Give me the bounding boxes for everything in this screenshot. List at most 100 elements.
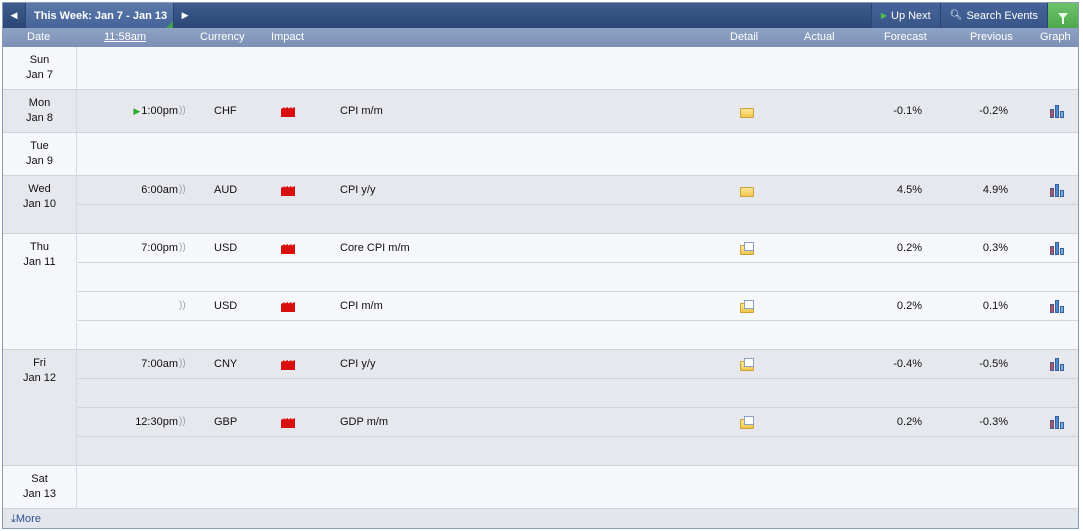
day-of-week: Fri xyxy=(33,357,46,369)
event-name[interactable]: Core CPI m/m xyxy=(340,242,410,254)
col-currency: Currency xyxy=(200,31,245,43)
day-group: Thu Jan 11 7:00pm)) USD Core CPI m/m 0.2% 0.3%… xyxy=(3,234,1078,429)
event-forecast: -0.4% xyxy=(893,358,922,370)
day-of-week: Mon xyxy=(28,97,51,109)
day-date: Jan 11 xyxy=(23,256,56,268)
day-date: Jan 13 xyxy=(22,488,57,500)
next-week-button[interactable]: ▶ xyxy=(174,3,196,28)
date-cell: Tue Jan 9 xyxy=(3,133,77,175)
graph-icon[interactable] xyxy=(1050,358,1066,371)
date-cell: Mon Jan 8 xyxy=(3,90,77,132)
right-arrow-icon: ▶ xyxy=(181,10,189,20)
date-cell: Fri Jan 12 xyxy=(3,350,77,465)
event-row[interactable]: ))USDCPI y/y3.2%3.1% xyxy=(78,292,1078,371)
day-group: Wed Jan 10 6:00am)) AUD CPI y/y 4.5% 4.9% 7:45p… xyxy=(3,176,1078,255)
date-cell: Wed Jan 10 xyxy=(3,176,77,233)
day-of-week: Tue xyxy=(30,140,49,152)
graph-icon[interactable] xyxy=(1050,242,1066,255)
date-cell: Thu Jan 11 xyxy=(3,234,77,349)
event-row[interactable]: 7:00am)) CNY CPI y/y -0.4% -0.5% xyxy=(78,350,1078,379)
event-row[interactable]: ))USDPPI m/m0.1%0.0% xyxy=(78,437,1078,466)
high-impact-icon[interactable] xyxy=(281,186,295,196)
event-forecast: -0.1% xyxy=(893,105,922,117)
detail-folder-icon[interactable] xyxy=(740,187,754,197)
event-previous: 0.3% xyxy=(982,242,1008,254)
high-impact-icon[interactable] xyxy=(281,107,295,117)
high-impact-icon[interactable] xyxy=(281,360,295,370)
event-currency: AUD xyxy=(214,184,238,196)
detail-folder-icon[interactable] xyxy=(740,108,754,118)
event-forecast: 4.5% xyxy=(896,184,922,196)
graph-icon[interactable] xyxy=(1050,105,1066,118)
event-currency: CHF xyxy=(214,105,237,117)
column-header: Date 11:58am Currency Impact Detail Actu… xyxy=(3,28,1078,47)
more-label: More xyxy=(15,513,41,525)
event-currency: CNY xyxy=(214,358,238,370)
detail-document-icon[interactable] xyxy=(740,242,754,255)
day-date: Jan 8 xyxy=(26,112,53,124)
up-next-label: Up Next xyxy=(891,9,931,22)
high-impact-icon[interactable] xyxy=(281,244,295,254)
event-time-label: 1:00pm xyxy=(141,105,178,117)
graph-icon[interactable] xyxy=(1050,184,1066,197)
event-name[interactable]: CPI m/m xyxy=(340,105,383,117)
day-date: Jan 10 xyxy=(22,198,57,210)
day-group: Fri Jan 12 7:00am)) CNY CPI y/y -0.4% -0.5% 12:… xyxy=(3,350,1078,487)
current-week-marker xyxy=(166,21,174,28)
day-date: Jan 12 xyxy=(22,372,57,384)
filter-funnel-icon xyxy=(1058,12,1068,24)
event-row[interactable]: ))USDUnemployment Claims211K202K xyxy=(78,321,1078,429)
week-selector[interactable]: This Week: Jan 7 - Jan 13 xyxy=(25,3,175,28)
col-detail: Detail xyxy=(730,31,759,43)
filter-button[interactable] xyxy=(1047,3,1078,28)
day-date: Jan 9 xyxy=(26,155,53,167)
day-group: Mon Jan 8 ▶1:00pm)) CHF CPI m/m -0.1% -0.2% xyxy=(3,90,1078,133)
event-row[interactable]: 7:45pm))GBPBOE Gov Bailey Speaks xyxy=(78,205,1078,255)
sound-alert-icon[interactable]: )) xyxy=(179,184,186,195)
day-of-week: Sun xyxy=(29,54,50,66)
more-link[interactable]: ⤓More xyxy=(11,513,41,526)
event-time-label: 7:00am xyxy=(141,358,178,370)
event-time: 7:00pm xyxy=(108,242,178,254)
event-previous: 4.9% xyxy=(982,184,1008,196)
event-row[interactable]: 7:00pm))USDCore PPI m/m0.2%0.0% xyxy=(78,408,1078,487)
prev-week-button[interactable]: ◀ xyxy=(3,3,25,28)
day-of-week: Wed xyxy=(28,183,51,195)
event-row[interactable]: ▶1:00pm)) CHF CPI m/m -0.1% -0.2% xyxy=(78,90,1078,133)
event-time-label: 7:00pm xyxy=(141,242,178,254)
search-events-label: Search Events xyxy=(966,9,1038,22)
event-previous: -0.5% xyxy=(979,358,1008,370)
event-forecast: 0.2% xyxy=(896,242,922,254)
day-date: Jan 7 xyxy=(26,69,53,81)
sound-alert-icon[interactable]: )) xyxy=(179,242,186,253)
day-group: Sat Jan 13 xyxy=(3,466,1078,509)
left-arrow-icon: ◀ xyxy=(10,10,18,20)
col-forecast: Forecast xyxy=(884,31,927,43)
date-cell: Sun Jan 7 xyxy=(3,47,77,89)
event-time: 7:00am xyxy=(108,358,178,370)
event-row[interactable]: 6:00am)) AUD CPI y/y 4.5% 4.9% xyxy=(78,176,1078,205)
day-group: Sun Jan 7 xyxy=(3,47,1078,90)
event-name[interactable]: CPI y/y xyxy=(340,184,375,196)
calendar-widget: ◀ This Week: Jan 7 - Jan 13 ▶ ▶ Up Next … xyxy=(2,2,1079,529)
col-time-link[interactable]: 11:58am xyxy=(104,31,146,43)
event-time-label: 6:00am xyxy=(141,184,178,196)
event-row[interactable]: 7:00pm)) USD Core CPI m/m 0.2% 0.3% xyxy=(78,234,1078,263)
event-name[interactable]: CPI y/y xyxy=(340,358,375,370)
sound-alert-icon[interactable]: )) xyxy=(179,358,186,369)
event-row[interactable]: 12:30pm)) GBP GDP m/m 0.2% -0.3% xyxy=(78,379,1078,429)
footer: ⤓More xyxy=(3,508,1078,528)
up-next-marker-icon: ▶ xyxy=(133,106,141,116)
search-icon: 🔍︎ xyxy=(949,10,963,21)
day-of-week: Thu xyxy=(30,241,49,253)
up-next-button[interactable]: ▶ Up Next xyxy=(870,3,940,28)
search-events-button[interactable]: 🔍︎ Search Events xyxy=(939,3,1047,28)
col-date: Date xyxy=(27,31,51,43)
event-time: ▶1:00pm xyxy=(108,105,178,117)
sound-alert-icon[interactable]: )) xyxy=(179,105,186,116)
event-row[interactable]: )) USD CPI m/m 0.2% 0.1% xyxy=(78,263,1078,313)
date-cell: Sat Jan 13 xyxy=(3,466,77,508)
toolbar: ◀ This Week: Jan 7 - Jan 13 ▶ ▶ Up Next … xyxy=(3,3,1078,28)
col-previous: Previous xyxy=(970,31,1013,43)
detail-document-icon[interactable] xyxy=(740,358,754,371)
